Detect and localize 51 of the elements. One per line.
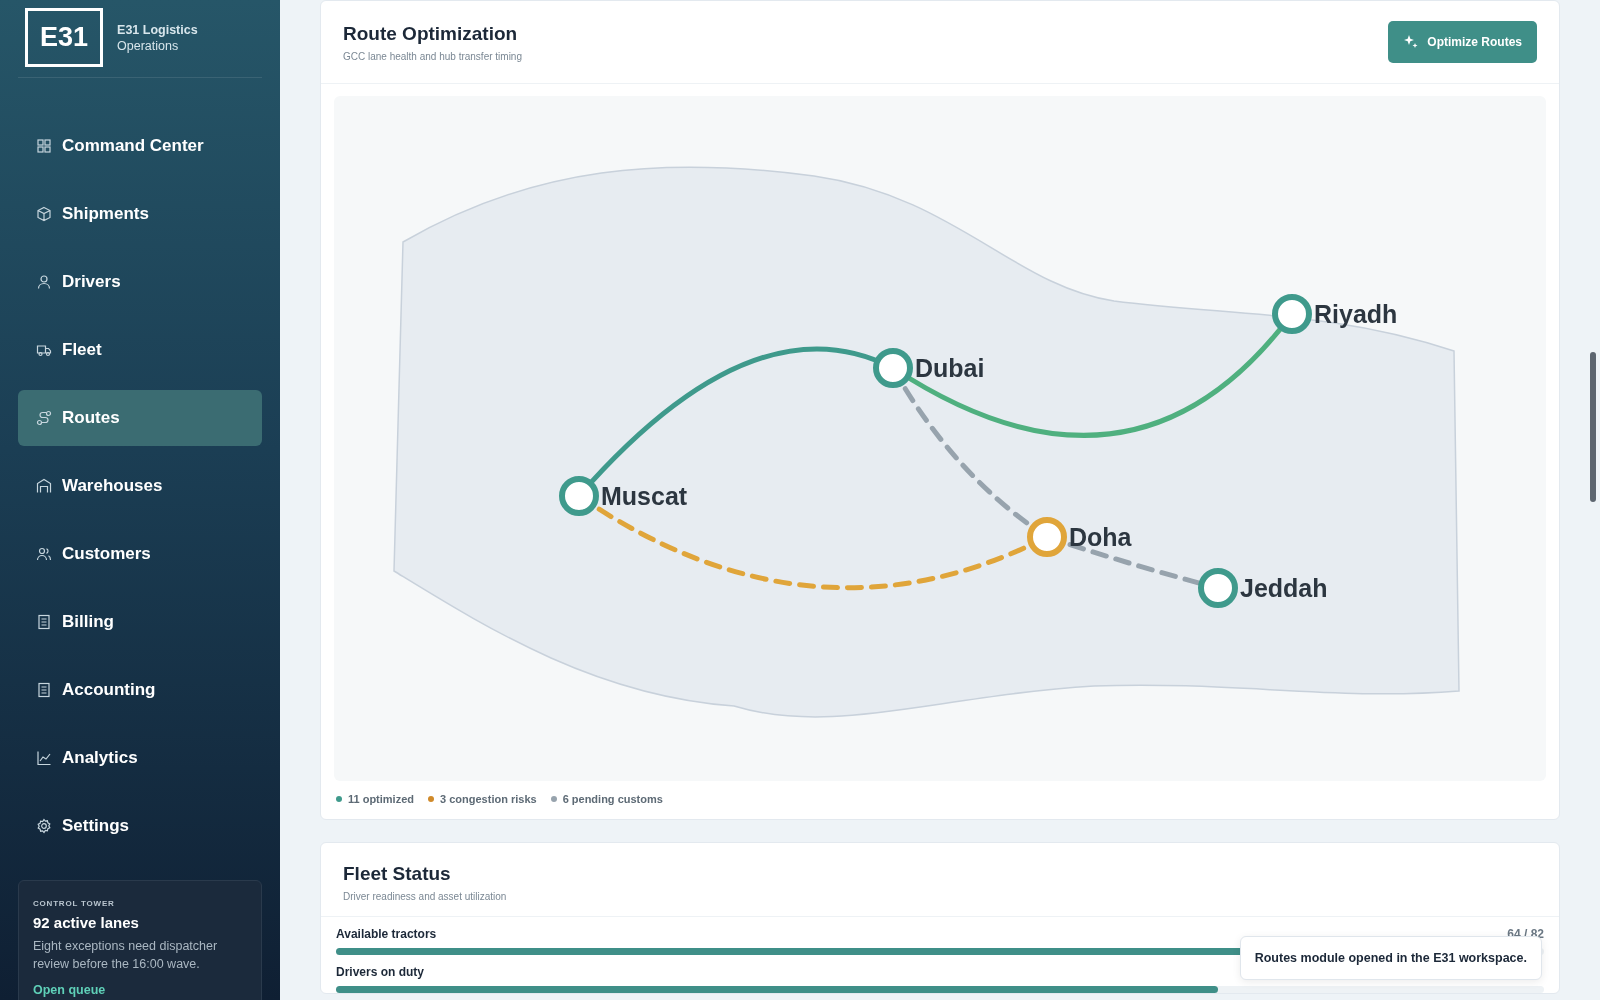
hub-label: Muscat	[601, 482, 688, 510]
hub-label: Riyadh	[1314, 300, 1398, 328]
card-text: Eight exceptions need dispatcher review before the 16:00 wave.	[33, 938, 219, 973]
hub-label: Doha	[1069, 523, 1132, 551]
card-title: Route Optimization	[343, 22, 519, 45]
doc-icon	[36, 614, 52, 630]
nav-item[interactable]: Accounting	[18, 662, 262, 718]
gear-icon	[36, 818, 52, 834]
grid-icon	[36, 138, 52, 154]
chart-icon	[36, 750, 52, 766]
card-subtitle: GCC lane health and hub transfer timing	[343, 50, 522, 62]
hub-marker[interactable]	[1198, 568, 1238, 608]
logo: E31	[25, 8, 104, 67]
card-title: Fleet Status	[343, 863, 452, 885]
doc-icon	[36, 682, 52, 698]
nav-item[interactable]: Billing	[18, 594, 262, 650]
nav-item[interactable]: Analytics	[18, 730, 262, 786]
legend-label: 3 congestion risks	[440, 793, 537, 805]
brand-name: E31 Logistics	[117, 21, 198, 38]
scrollbar-thumb[interactable]	[1590, 352, 1596, 502]
hub-label: Jeddah	[1240, 574, 1328, 602]
nav-item[interactable]: Fleet	[18, 322, 262, 378]
brand-subtitle: Operations	[117, 37, 180, 54]
nav-item[interactable]: Routes	[18, 390, 262, 446]
metric-label: Drivers on duty	[336, 965, 425, 979]
nav-item[interactable]: Warehouses	[18, 458, 262, 514]
hub-marker[interactable]	[873, 348, 913, 388]
card-subtitle: Driver readiness and asset utilization	[343, 891, 508, 902]
route-icon	[36, 410, 52, 426]
hub-marker[interactable]	[1272, 294, 1312, 334]
legend-label: 11 optimized	[348, 793, 415, 805]
optimize-button[interactable]: Optimize Routes	[1388, 21, 1537, 63]
people-icon	[36, 546, 52, 562]
hub-label: Dubai	[915, 354, 985, 382]
box-icon	[36, 206, 52, 222]
metric-label: Available tractors	[336, 927, 437, 941]
card-title: 92 active lanes	[33, 914, 140, 931]
sparkle-icon	[1403, 34, 1420, 50]
legend-label: 6 pending customs	[562, 793, 663, 805]
open-queue-link[interactable]: Open queue	[33, 983, 247, 997]
nav-item[interactable]: Command Center	[18, 118, 262, 174]
person-icon	[36, 274, 52, 290]
hub-marker[interactable]	[1027, 517, 1067, 557]
nav-item[interactable]: Drivers	[18, 254, 262, 310]
hub-marker[interactable]	[559, 476, 599, 516]
nav-item[interactable]: Shipments	[18, 186, 262, 242]
warehouse-icon	[36, 478, 52, 494]
nav-item[interactable]: Customers	[18, 526, 262, 582]
truck-icon	[36, 342, 52, 358]
nav-item[interactable]: Settings	[18, 798, 262, 854]
card-eyebrow: CONTROL TOWER	[33, 899, 116, 908]
